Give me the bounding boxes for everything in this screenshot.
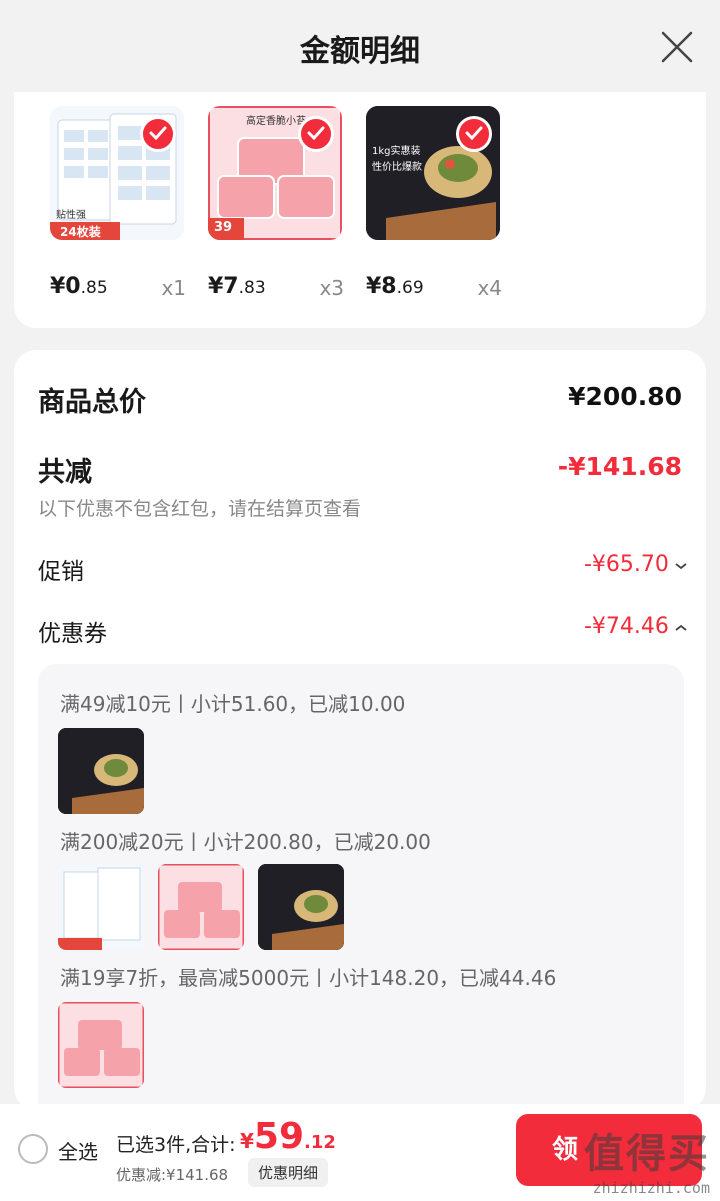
product-thumbnail[interactable]: 1kg实惠装 性价比爆款 (366, 106, 500, 240)
discount-summary: 优惠减:¥141.68 (116, 1166, 229, 1184)
product-item[interactable]: 高定香脆小苔 39 ¥7.83 x3 (208, 106, 344, 300)
coupon-rule: 满19享7折，最高减5000元丨小计148.20，已减44.46 (60, 966, 557, 990)
page-header: 金额明细 (0, 0, 720, 92)
product-quantity: x3 (319, 276, 344, 300)
checkout-bar: 全选 已选3件,合计: ¥59.12 优惠减:¥141.68 优惠明细 领 值得… (0, 1104, 720, 1201)
selected-summary: 已选3件,合计: (116, 1134, 236, 1156)
check-icon[interactable] (140, 116, 176, 152)
thumbnail-label: 高定香脆小苔 (246, 116, 306, 127)
promotion-toggle[interactable]: -¥65.70 (584, 552, 688, 577)
coupon-label: 优惠券 (38, 621, 107, 647)
close-icon[interactable] (660, 30, 694, 64)
coupon-rule: 满200减20元丨小计200.80，已减20.00 (60, 830, 431, 854)
discount-detail-button[interactable]: 优惠明细 (248, 1158, 329, 1187)
coupon-product-thumbnail (58, 728, 144, 814)
select-all-radio[interactable] (18, 1134, 48, 1164)
watermark: 值得买 zhizhizhi.com (584, 1131, 710, 1197)
total-reduce-value: -¥141.68 (557, 452, 682, 481)
product-quantity: x1 (161, 276, 186, 300)
check-icon[interactable] (456, 116, 492, 152)
chevron-up-icon (674, 618, 688, 637)
discount-note: 以下优惠不包含红包，请在结算页查看 (38, 498, 362, 520)
product-price: ¥8.69 (366, 274, 424, 299)
promotion-value: -¥65.70 (583, 552, 669, 577)
thumbnail-badge: 24枚装 (60, 225, 101, 239)
coupon-value: -¥74.46 (583, 614, 669, 639)
total-amount: ¥59.12 (240, 1116, 336, 1157)
price-detail-card: 商品总价 ¥200.80 共减 -¥141.68 以下优惠不包含红包，请在结算页… (14, 350, 706, 1110)
coupon-rule: 满49减10元丨小计51.60，已减10.00 (60, 692, 406, 716)
coupon-product-thumbnail (58, 864, 144, 950)
total-price-label: 商品总价 (38, 387, 146, 418)
select-all-label[interactable]: 全选 (58, 1136, 98, 1165)
check-icon[interactable] (298, 116, 334, 152)
thumbnail-label: 1kg实惠装 (372, 146, 421, 157)
product-price: ¥0.85 (50, 274, 108, 299)
thumbnail-badge: 39 (214, 220, 233, 235)
product-item[interactable]: 1kg实惠装 性价比爆款 ¥8.69 x4 (366, 106, 502, 300)
thumbnail-label: 性价比爆款 (372, 162, 422, 173)
product-quantity: x4 (477, 276, 502, 300)
coupon-product-thumbnail (58, 1002, 144, 1088)
product-item[interactable]: 贴性强 24枚装 ¥0.85 x1 (50, 106, 186, 300)
coupon-product-thumbnail (158, 864, 244, 950)
product-thumbnail[interactable]: 贴性强 24枚装 (50, 106, 184, 240)
coupon-detail-box: 满49减10元丨小计51.60，已减10.00 满200减20元丨小计200.8… (38, 664, 684, 1110)
chevron-down-icon (674, 556, 688, 575)
product-price: ¥7.83 (208, 274, 266, 299)
product-thumbnail[interactable]: 高定香脆小苔 39 (208, 106, 342, 240)
promotion-label: 促销 (38, 559, 84, 585)
total-reduce-label: 共减 (38, 457, 92, 488)
total-price-value: ¥200.80 (568, 382, 682, 411)
page-title: 金额明细 (300, 34, 420, 69)
thumbnail-label: 贴性强 (56, 210, 86, 221)
coupon-product-thumbnail (258, 864, 344, 950)
coupon-toggle[interactable]: -¥74.46 (584, 614, 688, 639)
products-card: 贴性强 24枚装 ¥0.85 x1 高定香脆小苔 39 ¥7.83 x3 1kg… (14, 92, 706, 328)
